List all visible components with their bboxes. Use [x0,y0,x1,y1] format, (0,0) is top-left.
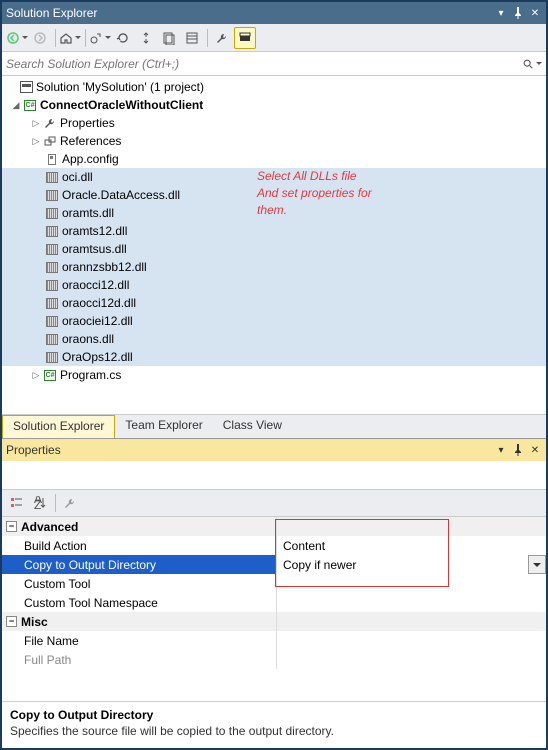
description-text: Specifies the source file will be copied… [10,724,538,738]
dropdown-icon[interactable]: ▾ [494,6,508,20]
alphabetical-button[interactable]: AZ [29,492,51,514]
svg-text:Z: Z [34,498,41,510]
file-node[interactable]: OraOps12.dll [2,348,546,366]
properties-grid[interactable]: −Advanced Build Action Content Copy to O… [2,517,546,701]
expander-icon[interactable] [6,81,18,93]
properties-panel: Properties ▾ ✕ AZ −Advanced Build Action… [2,438,546,748]
search-box[interactable] [2,52,546,76]
config-node[interactable]: App.config [2,150,546,168]
category-row[interactable]: −Misc [2,612,546,631]
tab-team-explorer[interactable]: Team Explorer [115,415,212,438]
forward-button[interactable] [29,27,51,49]
dll-icon [44,224,60,238]
references-node[interactable]: ▷ References [2,132,546,150]
solution-icon [18,80,34,94]
dll-icon [44,260,60,274]
collapse-button[interactable] [135,27,157,49]
property-row-full-path[interactable]: Full Path [2,650,546,669]
dll-icon [44,314,60,328]
file-node[interactable]: oraociei12.dll [2,312,546,330]
dll-icon [44,296,60,310]
properties-toolbar: AZ [2,489,546,517]
tab-class-view[interactable]: Class View [213,415,292,438]
properties-titlebar: Properties ▾ ✕ [2,439,546,461]
dropdown-button[interactable] [528,555,546,574]
panel-title: Properties [6,443,61,457]
dll-icon [44,242,60,256]
expander-icon[interactable]: ▷ [30,369,42,381]
dll-icon [44,332,60,346]
property-row-custom-tool-namespace[interactable]: Custom Tool Namespace [2,593,546,612]
close-icon[interactable]: ✕ [528,6,542,20]
search-icon[interactable] [522,54,542,74]
expander-icon[interactable]: ◢ [10,99,22,111]
properties-node[interactable]: ▷ Properties [2,114,546,132]
expander-icon[interactable]: ▷ [30,117,42,129]
home-button[interactable] [59,27,81,49]
refresh-button[interactable] [112,27,134,49]
tab-solution-explorer[interactable]: Solution Explorer [2,415,115,438]
solution-explorer-panel: Solution Explorer ▾ ✕ Solution 'MySoluti… [2,2,546,438]
file-node[interactable]: orannzsbb12.dll [2,258,546,276]
solution-explorer-toolbar [2,24,546,52]
search-input[interactable] [6,57,522,71]
back-button[interactable] [6,27,28,49]
csharp-file-icon: C# [42,368,58,382]
solution-explorer-titlebar: Solution Explorer ▾ ✕ [2,2,546,24]
description-title: Copy to Output Directory [10,708,538,722]
pin-icon[interactable] [511,6,525,20]
expander-icon[interactable]: ▷ [30,135,42,147]
project-node[interactable]: ◢ C# ConnectOracleWithoutClient [2,96,546,114]
references-icon [42,134,58,148]
panel-title: Solution Explorer [6,6,97,20]
dll-icon [44,188,60,202]
wrench-icon [42,116,58,130]
file-node[interactable]: oraons.dll [2,330,546,348]
property-row-build-action[interactable]: Build Action Content [2,536,546,555]
pin-icon[interactable] [511,443,525,457]
file-node[interactable]: Oracle.DataAccess.dll [2,186,546,204]
file-node[interactable]: oramts12.dll [2,222,546,240]
dll-icon [44,170,60,184]
file-node[interactable]: oraocci12d.dll [2,294,546,312]
categorized-button[interactable] [6,492,28,514]
property-row-file-name[interactable]: File Name [2,631,546,650]
property-row-copy-to-output[interactable]: Copy to Output Directory Copy if newer [2,555,546,574]
properties-button[interactable] [181,27,203,49]
wrench-button[interactable] [211,27,233,49]
program-node[interactable]: ▷ C# Program.cs [2,366,546,384]
preview-button[interactable] [234,27,256,49]
category-row[interactable]: −Advanced [2,517,546,536]
description-pane: Copy to Output Directory Specifies the s… [2,701,546,748]
solution-tree[interactable]: Solution 'MySolution' (1 project) ◢ C# C… [2,76,546,414]
config-icon [44,152,60,166]
dropdown-icon[interactable]: ▾ [494,443,508,457]
close-icon[interactable]: ✕ [528,443,542,457]
property-row-custom-tool[interactable]: Custom Tool [2,574,546,593]
bottom-tabstrip: Solution Explorer Team Explorer Class Vi… [2,414,546,438]
dll-icon [44,350,60,364]
solution-node[interactable]: Solution 'MySolution' (1 project) [2,78,546,96]
file-node[interactable]: oramts.dll [2,204,546,222]
collapse-icon[interactable]: − [6,521,17,532]
dll-icon [44,278,60,292]
file-node[interactable]: oci.dll [2,168,546,186]
collapse-icon[interactable]: − [6,616,17,627]
wrench-button[interactable] [59,492,81,514]
file-node[interactable]: oramtsus.dll [2,240,546,258]
file-node[interactable]: oraocci12.dll [2,276,546,294]
show-all-button[interactable] [158,27,180,49]
scope-button[interactable] [89,27,111,49]
csharp-project-icon: C# [22,98,38,112]
dll-icon [44,206,60,220]
